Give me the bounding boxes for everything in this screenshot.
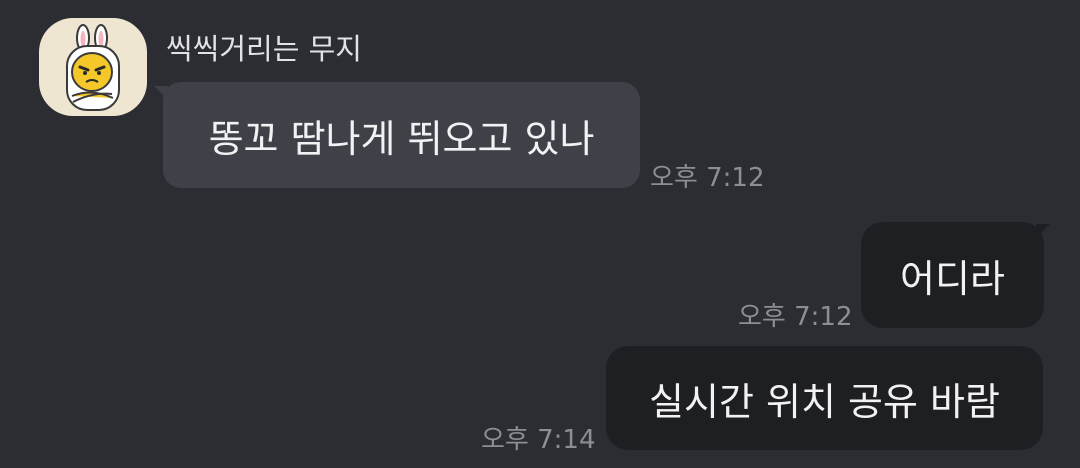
message-timestamp: 오후 7:14 bbox=[481, 425, 596, 455]
muzi-character-icon bbox=[66, 24, 120, 111]
incoming-message-bubble[interactable]: 똥꼬 땀나게 뛰오고 있나 bbox=[163, 82, 640, 188]
outgoing-message-bubble[interactable]: 어디라 bbox=[861, 222, 1044, 328]
message-timestamp: 오후 7:12 bbox=[738, 302, 853, 332]
chat-view: 씩씩거리는 무지 똥꼬 땀나게 뛰오고 있나 오후 7:12 어디라 오후 7:… bbox=[0, 0, 1080, 468]
message-text: 똥꼬 땀나게 뛰오고 있나 bbox=[208, 116, 595, 161]
sender-avatar[interactable] bbox=[39, 18, 147, 116]
message-text: 실시간 위치 공유 바람 bbox=[649, 379, 1000, 424]
outgoing-message-bubble[interactable]: 실시간 위치 공유 바람 bbox=[606, 346, 1043, 450]
message-timestamp: 오후 7:12 bbox=[650, 163, 765, 193]
message-text: 어디라 bbox=[900, 256, 1005, 301]
sender-name: 씩씩거리는 무지 bbox=[166, 32, 362, 66]
